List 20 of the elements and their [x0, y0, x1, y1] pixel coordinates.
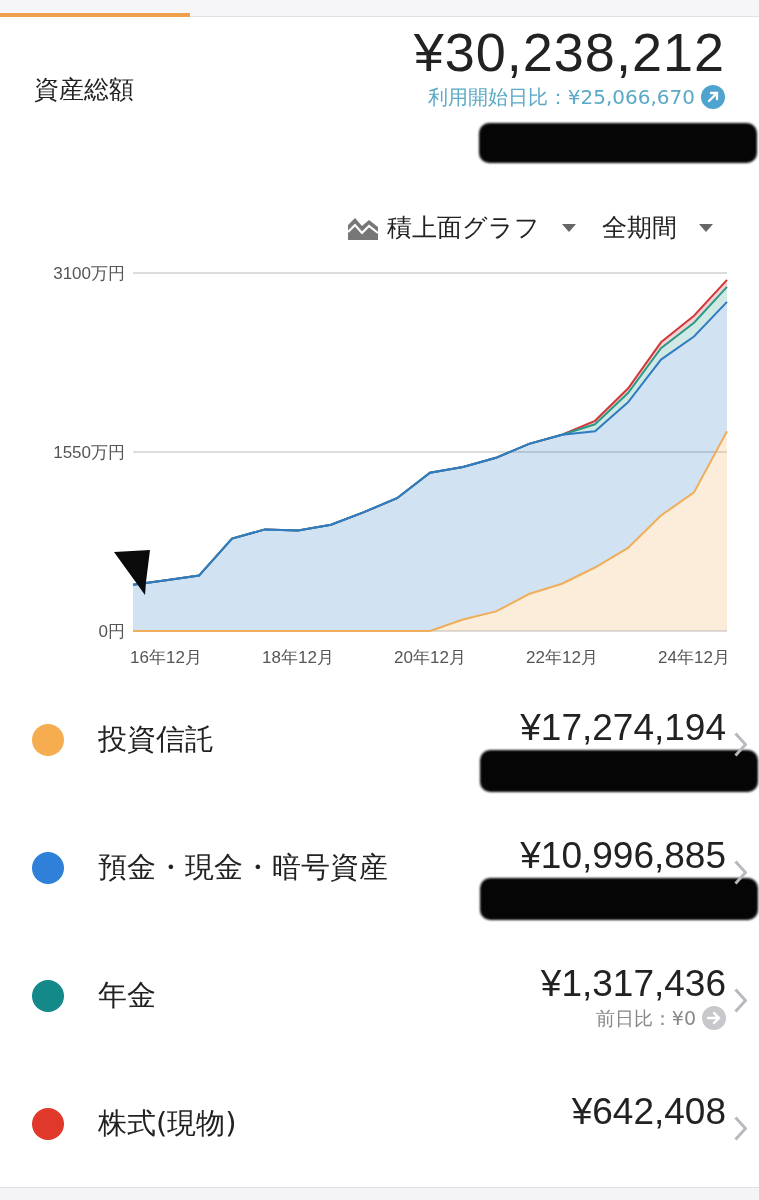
- axis-label: 24年12月: [658, 648, 730, 667]
- asset-amount: ¥17,274,194: [520, 708, 726, 748]
- asset-name: 株式(現物): [98, 1105, 238, 1142]
- axis-label: 20年12月: [394, 648, 466, 667]
- asset-name: 預金・現金・暗号資産: [98, 849, 389, 886]
- asset-name: 年金: [98, 977, 157, 1014]
- axis-label: 18年12月: [262, 648, 334, 667]
- asset-amount: ¥10,996,885: [520, 836, 726, 876]
- axis-label: 3100万円: [53, 264, 125, 283]
- total-assets-label: 資産総額: [34, 74, 134, 106]
- compare-text: 利用開始日比：¥25,066,670: [427, 84, 695, 111]
- total-amount: ¥30,238,212: [413, 21, 725, 83]
- axis-label: 22年12月: [526, 648, 598, 667]
- asset-amount: ¥642,408: [571, 1092, 726, 1132]
- asset-amount: ¥1,317,436: [540, 964, 726, 1004]
- axis-label: 1550万円: [53, 443, 125, 462]
- compare-text: 前日比：¥0: [595, 1006, 696, 1031]
- asset-name: 投資信託: [98, 721, 215, 758]
- axis-label: 16年12月: [130, 648, 202, 667]
- axis-label: 0円: [98, 622, 125, 641]
